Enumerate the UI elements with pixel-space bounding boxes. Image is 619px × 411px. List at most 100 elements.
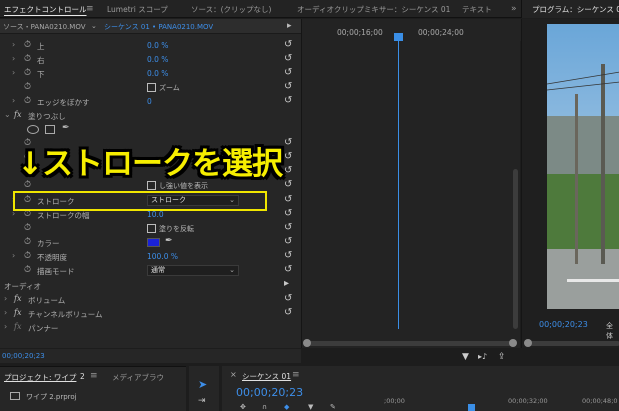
reset-icon[interactable]: ↺ <box>284 293 292 304</box>
stopwatch-icon[interactable]: ⏱ <box>24 68 31 78</box>
time-ruler[interactable]: 00;00;16;00 00;00;24;00 <box>302 19 521 41</box>
chevron-down-icon[interactable]: ⌄ <box>91 22 97 30</box>
stopwatch-icon[interactable]: ⏱ <box>24 54 31 64</box>
tab-media-browser[interactable]: メディアブラウ <box>112 372 164 383</box>
project-file-icon <box>10 392 20 400</box>
fx-icon[interactable]: fx <box>14 294 21 303</box>
play-only-icon[interactable]: ▸ <box>287 21 292 31</box>
chevron-right-icon[interactable]: › <box>4 294 7 303</box>
chevron-right-icon[interactable]: › <box>4 308 7 317</box>
tab-effect-controls[interactable]: エフェクトコントロール <box>4 4 87 15</box>
track-select-tool-icon[interactable]: ⇥ <box>198 396 206 406</box>
color-swatch[interactable] <box>147 238 160 247</box>
reset-icon[interactable]: ↺ <box>284 39 292 50</box>
stopwatch-icon[interactable]: ⏱ <box>24 40 31 50</box>
collapse-icon[interactable]: ▸ <box>284 278 289 289</box>
stopwatch-icon[interactable]: ⏱ <box>24 82 31 92</box>
param-value[interactable]: 0 <box>147 97 152 106</box>
add-marker-icon[interactable]: ▼ <box>308 403 313 411</box>
play-audio-icon[interactable]: ▸♪ <box>478 352 487 361</box>
chevron-right-icon[interactable]: › <box>4 322 7 331</box>
chevron-right-icon[interactable]: › <box>12 40 15 49</box>
reset-icon[interactable]: ↺ <box>284 165 292 176</box>
reset-icon[interactable]: ↺ <box>284 137 292 148</box>
reset-icon[interactable]: ↺ <box>284 307 292 318</box>
export-icon[interactable]: ⇪ <box>498 352 506 362</box>
zoom-checkbox[interactable] <box>147 83 156 92</box>
tab-program[interactable]: プログラム：シーケンス 01 <box>532 4 619 15</box>
reset-icon[interactable]: ↺ <box>284 81 292 92</box>
reset-icon[interactable]: ↺ <box>284 53 292 64</box>
panel-menu-icon[interactable]: ≡ <box>292 370 300 380</box>
effect-controls-status: 00;00;20;23 <box>0 349 301 363</box>
marker-icon[interactable]: ◆ <box>284 403 289 411</box>
snap-icon[interactable]: ✥ <box>240 403 246 411</box>
stopwatch-icon[interactable]: ⏱ <box>24 251 31 261</box>
more-tabs-icon[interactable]: » <box>511 4 517 14</box>
eyedropper-icon[interactable]: ✒ <box>165 236 173 246</box>
fx-icon[interactable]: fx <box>14 110 21 119</box>
chevron-right-icon[interactable]: › <box>12 68 15 77</box>
reset-icon[interactable]: ↺ <box>284 208 292 219</box>
sequence-clip-label[interactable]: シーケンス 01 • PANA0210.MOV <box>104 22 213 32</box>
program-timecode[interactable]: 00;00;20;23 <box>539 320 588 329</box>
sequence-playhead[interactable] <box>468 404 475 411</box>
reset-icon[interactable]: ↺ <box>284 264 292 275</box>
stopwatch-icon[interactable]: ⏱ <box>24 96 31 106</box>
linked-selection-icon[interactable]: ∩ <box>262 403 267 411</box>
fit-dropdown[interactable]: 全体 <box>606 321 619 341</box>
program-monitor[interactable]: 00;00;20;23 全体 <box>521 19 619 348</box>
scroll-handle-left[interactable] <box>524 339 532 347</box>
effect-controls-timeline[interactable]: 00;00;16;00 00;00;24;00 ▼ ▸♪ ⇪ <box>301 19 521 362</box>
reset-icon[interactable]: ↺ <box>284 151 292 162</box>
selection-tool-icon[interactable]: ➤ <box>198 378 207 391</box>
panel-menu-icon[interactable]: ≡ <box>86 4 94 14</box>
program-scrollbar[interactable] <box>524 339 619 347</box>
settings-wrench-icon[interactable]: ✎ <box>330 403 336 411</box>
param-value[interactable]: 0.0 % <box>147 41 168 50</box>
fx-icon[interactable]: fx <box>14 322 21 331</box>
chevron-right-icon[interactable]: › <box>12 251 15 260</box>
tab-audio-clip-mixer[interactable]: オーディオクリップミキサー：シーケンス 01 <box>297 4 450 15</box>
chevron-right-icon[interactable]: › <box>12 54 15 63</box>
reset-icon[interactable]: ↺ <box>284 236 292 247</box>
sequence-timecode[interactable]: 00;00;20;23 <box>236 386 303 399</box>
filter-icon[interactable]: ▼ <box>462 352 469 362</box>
reset-icon[interactable]: ↺ <box>284 95 292 106</box>
tab-lumetri-scopes[interactable]: Lumetri スコープ <box>107 4 168 15</box>
param-value[interactable]: 100.0 % <box>147 252 178 261</box>
rectangle-mask-icon[interactable] <box>45 125 55 134</box>
pen-mask-icon[interactable]: ✒ <box>62 123 70 133</box>
horizontal-scrollbar[interactable] <box>303 339 517 347</box>
chevron-down-icon[interactable]: ⌄ <box>4 110 11 119</box>
ellipse-mask-icon[interactable] <box>27 125 39 134</box>
tab-sequence[interactable]: シーケンス 01 <box>242 371 291 382</box>
param-value[interactable]: 0.0 % <box>147 69 168 78</box>
fx-icon[interactable]: fx <box>14 308 21 317</box>
reset-icon[interactable]: ↺ <box>284 250 292 261</box>
scroll-handle-right[interactable] <box>509 339 517 347</box>
scroll-handle-left[interactable] <box>303 339 311 347</box>
close-icon[interactable]: × <box>230 370 237 379</box>
source-clip-label[interactable]: ソース・PANA0210.MOV <box>3 22 86 32</box>
reset-icon[interactable]: ↺ <box>284 67 292 78</box>
param-value[interactable]: 0.0 % <box>147 55 168 64</box>
invert-checkbox[interactable] <box>147 224 156 233</box>
project-file-name[interactable]: ワイプ 2.prproj <box>26 392 77 402</box>
stopwatch-icon[interactable]: ⏱ <box>24 223 31 233</box>
chevron-right-icon[interactable]: › <box>12 96 15 105</box>
stopwatch-icon[interactable]: ⏱ <box>24 265 31 275</box>
blend-mode-dropdown[interactable]: 通常 ⌄ <box>147 265 239 276</box>
vertical-scrollbar[interactable] <box>513 169 518 329</box>
tab-source[interactable]: ソース：(クリップなし) <box>191 4 271 15</box>
tab-text[interactable]: テキスト <box>462 4 492 15</box>
reset-icon[interactable]: ↺ <box>284 179 292 190</box>
video-frame[interactable] <box>547 24 619 309</box>
tab-project[interactable]: プロジェクト: ワイプ <box>4 372 76 383</box>
stopwatch-icon[interactable]: ⏱ <box>24 237 31 247</box>
current-timecode[interactable]: 00;00;20;23 <box>2 352 45 360</box>
reset-icon[interactable]: ↺ <box>284 194 292 205</box>
panel-menu-icon[interactable]: ≡ <box>90 371 98 381</box>
reset-icon[interactable]: ↺ <box>284 222 292 233</box>
param-value[interactable]: 10.0 <box>147 210 164 219</box>
